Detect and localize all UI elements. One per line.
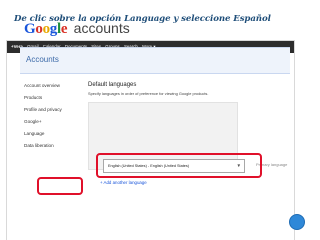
decorative-circle	[289, 214, 305, 230]
section-header-band: Accounts	[20, 47, 290, 74]
default-languages-heading: Default languages	[88, 82, 137, 88]
sidebar: Account overview Products Profile and pr…	[24, 80, 82, 152]
sidebar-item-language[interactable]: Language	[24, 128, 82, 140]
languages-hint-text: Specify languages in order of preference…	[88, 91, 209, 96]
sidebar-item-account-overview[interactable]: Account overview	[24, 80, 82, 92]
primary-language-note: Primary language	[256, 162, 288, 167]
section-title: Accounts	[26, 55, 59, 64]
sidebar-item-google-plus[interactable]: Google+	[24, 116, 82, 128]
language-select-value: English (United States) - English (Unite…	[108, 164, 190, 168]
accounts-wordmark: accounts	[73, 20, 130, 36]
main-content: Default languages Specify languages in o…	[88, 80, 288, 96]
sidebar-item-profile-privacy[interactable]: Profile and privacy	[24, 104, 82, 116]
google-accounts-logo: Google accounts	[24, 20, 130, 38]
google-logo: Google	[24, 21, 68, 37]
language-select[interactable]: English (United States) - English (Unite…	[103, 159, 245, 173]
add-language-link[interactable]: + Add another language	[100, 180, 147, 185]
sidebar-item-data-liberation[interactable]: Data liberation	[24, 140, 82, 152]
chevron-down-icon[interactable]: ▼	[236, 160, 241, 172]
sidebar-item-products[interactable]: Products	[24, 92, 82, 104]
